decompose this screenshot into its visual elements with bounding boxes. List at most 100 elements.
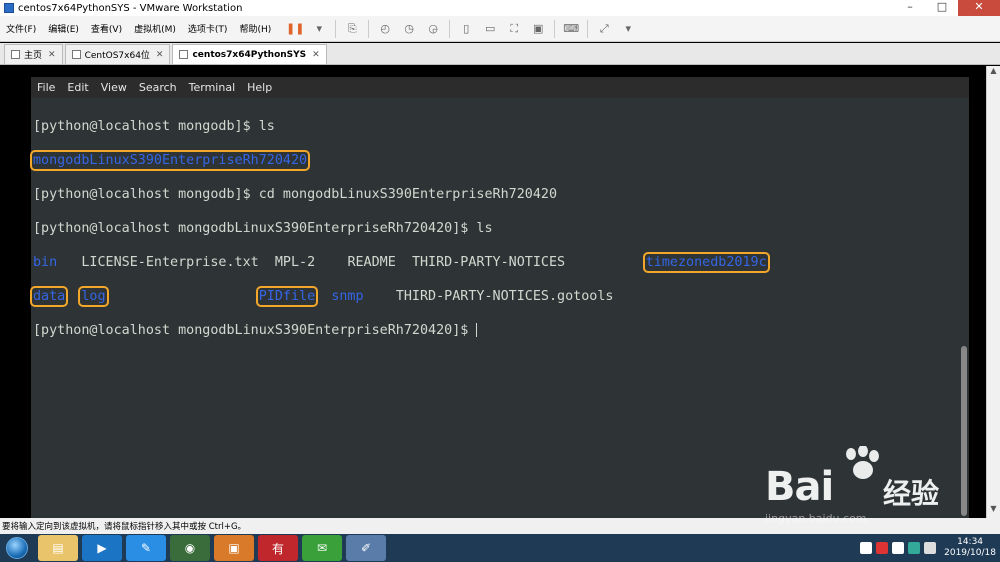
file-notices: THIRD-PARTY-NOTICES [411,255,566,270]
fullscreen-icon[interactable]: ⛶ [506,21,522,37]
tab-close-icon[interactable]: ✕ [312,50,320,60]
window-controls: – □ ✕ [894,0,1000,16]
clock-date: 2019/10/18 [944,548,996,558]
snapshot-icon[interactable]: ◴ [377,21,393,37]
system-tray: 14:34 2019/10/18 [858,534,1000,562]
tab-label: CentOS7x64位 [84,51,150,61]
menu-edit[interactable]: 编辑(E) [42,22,85,35]
text-cursor [476,323,478,337]
menu-vm[interactable]: 虚拟机(M) [128,22,182,35]
terminal-line: data log PIDfile snmp THIRD-PARTY-NOTICE… [29,286,967,307]
tray-icon[interactable] [876,542,889,554]
terminal-output[interactable]: [python@localhost mongodb]$ ls mongodbLi… [29,98,969,376]
term-menu-edit[interactable]: Edit [67,81,88,94]
dir-log-highlight: log [78,286,109,307]
window-title: centos7x64PythonSYS - VMware Workstation [18,2,243,14]
snapshot-manager-icon[interactable]: ◶ [425,21,441,37]
watermark-brand: Bai [765,464,834,510]
vmware-app-icon [4,3,14,13]
send-keys-icon[interactable]: ⎘ [344,21,360,37]
tab-centos7x64pythonsys[interactable]: centos7x64PythonSYS ✕ [172,44,327,64]
terminal-line: mongodbLinuxS390EnterpriseRh720420 [29,150,967,171]
notes-taskbar-icon[interactable]: ✎ [126,535,166,561]
terminal-icon[interactable]: ⌨ [563,21,579,37]
toolbar-separator [368,19,370,38]
media-player-taskbar-icon[interactable]: ▶ [82,535,122,561]
wechat-taskbar-icon[interactable]: ✉ [302,535,342,561]
host-scrollbar[interactable]: ▲ ▼ [986,66,1000,518]
tab-home[interactable]: 主页 ✕ [4,44,63,64]
tab-bar: 主页 ✕ CentOS7x64位 ✕ centos7x64PythonSYS ✕ [0,43,1000,65]
tab-centos7x64[interactable]: CentOS7x64位 ✕ [64,44,171,64]
gnome-terminal-window[interactable]: File Edit View Search Terminal Help [pyt… [29,77,969,518]
scroll-up-icon[interactable]: ▲ [987,66,1000,80]
paint-taskbar-icon[interactable]: ✐ [346,535,386,561]
menu-help[interactable]: 帮助(H) [233,22,277,35]
file-mpl: MPL-2 [274,255,316,270]
toolbar-separator [335,19,337,38]
dir-data-highlight: data [29,286,69,307]
tray-icon[interactable] [924,542,937,554]
dir-bin: bin [33,255,58,270]
term-menu-view[interactable]: View [101,81,127,94]
watermark-suffix: 经验 [883,477,940,510]
terminal-line: [python@localhost mongodbLinuxS390Enterp… [33,322,967,339]
clock-time: 14:34 [957,537,984,547]
tab-label: 主页 [24,51,43,61]
start-button[interactable] [0,534,34,562]
youdao-taskbar-icon[interactable]: 有 [258,535,298,561]
home-icon [11,50,20,59]
command-ls: [python@localhost mongodb]$ ls [33,119,275,134]
dropdown-icon[interactable]: ▾ [311,21,327,37]
term-menu-file[interactable]: File [37,81,55,94]
current-prompt: [python@localhost mongodbLinuxS390Enterp… [33,323,477,338]
pause-icon[interactable]: ❚❚ [286,21,304,37]
tab-close-icon[interactable]: ✕ [48,50,56,60]
file-gotools: THIRD-PARTY-NOTICES.gotools [395,289,614,304]
term-menu-search[interactable]: Search [139,81,177,94]
dir-mongodb-highlight: mongodbLinuxS390EnterpriseRh720420 [29,150,311,171]
stretch-icon[interactable]: ⤢ [596,21,612,37]
scroll-down-icon[interactable]: ▼ [987,504,1000,518]
vmware-taskbar-icon[interactable]: ▣ [214,535,254,561]
baidu-paw-icon [846,446,879,479]
library-icon[interactable]: ▯ [458,21,474,37]
dir-timezone-highlight: timezonedb2019c [642,252,770,273]
tray-icon[interactable] [860,542,873,554]
window-title-bar: centos7x64PythonSYS - VMware Workstation… [0,0,1000,16]
unity-icon[interactable]: ▣ [530,21,546,37]
term-menu-help[interactable]: Help [247,81,272,94]
dir-pidfile-highlight: PIDfile [255,286,319,307]
minimize-button[interactable]: – [894,0,926,16]
terminal-line: [python@localhost mongodbLinuxS390Enterp… [33,220,967,237]
vm-icon [179,50,189,59]
toolbar: ❚❚ ▾ ⎘ ◴ ◷ ◶ ▯ ▭ ⛶ ▣ ⌨ ⤢ ▾ [283,19,640,38]
stretch-dropdown-icon[interactable]: ▾ [620,21,636,37]
command-cd: [python@localhost mongodb]$ cd mongodbLi… [33,187,558,202]
baidu-watermark: Bai 经验 jingyan.baidu.com [765,446,965,525]
clock[interactable]: 14:34 2019/10/18 [944,537,996,559]
term-menu-terminal[interactable]: Terminal [189,81,236,94]
command-ls-2: [python@localhost mongodbLinuxS390Enterp… [33,221,493,236]
maximize-button[interactable]: □ [926,0,958,16]
watermark-url: jingyan.baidu.com [765,512,867,525]
explorer-taskbar-icon[interactable]: ▤ [38,535,78,561]
terminal-menubar: File Edit View Search Terminal Help [31,77,969,98]
vm-icon [71,50,81,59]
close-button[interactable]: ✕ [958,0,1000,16]
tray-icon[interactable] [892,542,905,554]
toolbar-separator [449,19,451,38]
tab-close-icon[interactable]: ✕ [156,50,164,60]
menu-file[interactable]: 文件(F) [0,22,42,35]
console-view-icon[interactable]: ▭ [482,21,498,37]
menu-tabs[interactable]: 选项卡(T) [182,22,234,35]
tray-icon[interactable] [908,542,921,554]
terminal-line: [python@localhost mongodb]$ ls [33,118,967,135]
menu-toolbar: 文件(F) 编辑(E) 查看(V) 虚拟机(M) 选项卡(T) 帮助(H) ❚❚… [0,16,1000,42]
toolbar-separator [587,19,589,38]
chrome-taskbar-icon[interactable]: ◉ [170,535,210,561]
toolbar-separator [554,19,556,38]
file-license: LICENSE-Enterprise.txt [81,255,259,270]
menu-view[interactable]: 查看(V) [85,22,128,35]
revert-snapshot-icon[interactable]: ◷ [401,21,417,37]
